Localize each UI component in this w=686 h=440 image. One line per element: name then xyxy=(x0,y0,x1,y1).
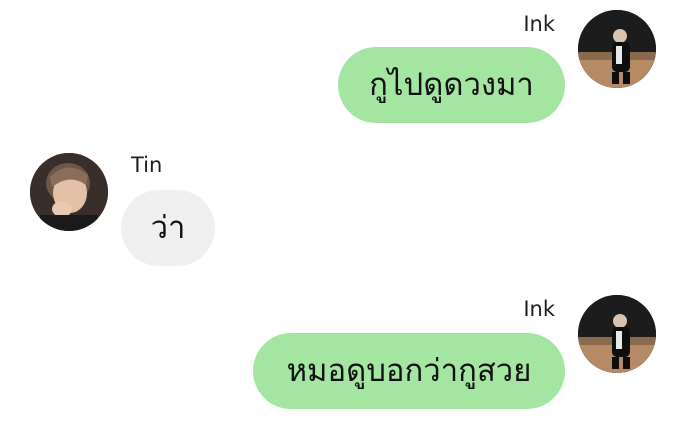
message-row-outgoing: Ink กูไปดูดวงมา xyxy=(0,0,686,130)
sender-name: Tin xyxy=(131,153,163,177)
message-bubble[interactable]: กูไปดูดวงมา xyxy=(338,47,565,123)
profile-photo-ink-icon xyxy=(578,295,656,373)
profile-photo-ink-icon xyxy=(578,10,656,88)
message-bubble[interactable]: ว่า xyxy=(121,190,215,266)
message-row-outgoing: Ink หมอดูบอกว่ากูสวย xyxy=(0,285,686,425)
avatar-tin[interactable] xyxy=(30,153,108,231)
sender-name: Ink xyxy=(523,12,555,36)
sender-name: Ink xyxy=(523,297,555,321)
profile-photo-tin-icon xyxy=(30,153,108,231)
avatar-ink[interactable] xyxy=(578,10,656,88)
message-row-incoming: Tin ว่า xyxy=(0,145,686,275)
message-bubble[interactable]: หมอดูบอกว่ากูสวย xyxy=(253,333,565,409)
avatar-ink[interactable] xyxy=(578,295,656,373)
